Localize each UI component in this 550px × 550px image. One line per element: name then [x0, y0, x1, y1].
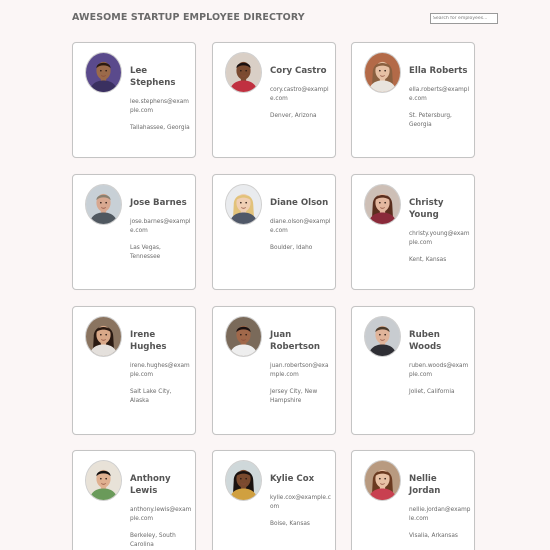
avatar — [364, 52, 401, 93]
avatar — [364, 460, 401, 501]
employee-email: irene.hughes@example.com — [130, 363, 190, 378]
employee-location: Kent, Kansas — [409, 257, 447, 263]
header: AWESOME STARTUP EMPLOYEE DIRECTORY — [72, 11, 498, 27]
employee-email: christy.young@example.com — [409, 231, 470, 246]
employee-info: Ruben Woods ruben.woods@example.com Joliet… — [409, 329, 471, 397]
employee-name: Kylie Cox — [270, 474, 315, 484]
employee-email: cory.castro@example.com — [270, 87, 329, 102]
employee-card[interactable]: Jose Barnes jose.barnes@example.com Las Ve… — [72, 174, 196, 290]
employee-card[interactable]: Ruben Woods ruben.woods@example.com Joliet… — [351, 306, 475, 435]
employee-name: Cory Castro — [270, 66, 327, 76]
employee-name: Jose Barnes — [130, 198, 187, 208]
avatar — [364, 184, 401, 225]
employee-info: Ella Roberts ella.roberts@example.com St. … — [409, 65, 471, 130]
employee-email: anthony.lewis@example.com — [130, 507, 192, 522]
avatar — [225, 316, 262, 357]
avatar — [225, 460, 262, 501]
employee-card[interactable]: Lee Stephens lee.stephens@example.com Tall… — [72, 42, 196, 158]
employee-email: diane.olson@example.com — [270, 219, 331, 234]
employee-location: Boulder, Idaho — [270, 245, 313, 251]
employee-location: Tallahassee, Georgia — [130, 125, 190, 131]
employee-card[interactable]: Kylie Cox kylie.cox@example.com Boise, Kan… — [212, 450, 336, 550]
employee-name: Anthony Lewis — [130, 474, 171, 496]
employee-location: Visalia, Arkansas — [409, 533, 458, 539]
avatar — [225, 184, 262, 225]
avatar — [364, 316, 401, 357]
employee-card[interactable]: Christy Young christy.young@example.com Ke… — [351, 174, 475, 290]
employee-email: kylie.cox@example.com — [270, 495, 331, 510]
employee-name: Irene Hughes — [130, 330, 167, 352]
employee-name: Christy Young — [409, 198, 444, 220]
employee-card[interactable]: Diane Olson diane.olson@example.com Boulde… — [212, 174, 336, 290]
employee-info: Jose Barnes jose.barnes@example.com Las Ve… — [130, 197, 192, 262]
employee-name: Diane Olson — [270, 198, 329, 208]
employee-card[interactable]: Ella Roberts ella.roberts@example.com St. … — [351, 42, 475, 158]
employee-name: Ella Roberts — [409, 66, 468, 76]
employee-email: ella.roberts@example.com — [409, 87, 470, 102]
employee-location: Jersey City, New Hampshire — [270, 389, 318, 404]
employee-location: Salt Lake City, Alaska — [130, 389, 172, 404]
employee-email: ruben.woods@example.com — [409, 363, 469, 378]
employee-info: Irene Hughes irene.hughes@example.com Salt… — [130, 329, 192, 406]
employee-location: Las Vegas, Tennessee — [130, 245, 161, 260]
employee-location: Boise, Kansas — [270, 521, 310, 527]
employee-card[interactable]: Juan Robertson juan.robertson@example.com… — [212, 306, 336, 435]
employee-info: Diane Olson diane.olson@example.com Boulde… — [270, 197, 332, 253]
employee-info: Nellie Jordan nellie.jordan@example.com Vi… — [409, 473, 471, 541]
page-title: AWESOME STARTUP EMPLOYEE DIRECTORY — [72, 12, 305, 23]
employee-card[interactable]: Irene Hughes irene.hughes@example.com Salt… — [72, 306, 196, 435]
employee-name: Nellie Jordan — [409, 474, 441, 496]
employee-name: Lee Stephens — [130, 66, 176, 88]
avatar — [85, 316, 122, 357]
employee-email: juan.robertson@example.com — [270, 363, 329, 378]
employee-email: jose.barnes@example.com — [130, 219, 191, 234]
employee-email: lee.stephens@example.com — [130, 99, 189, 114]
search-input[interactable] — [430, 13, 498, 24]
employee-email: nellie.jordan@example.com — [409, 507, 471, 522]
employee-location: St. Petersburg, Georgia — [409, 113, 452, 128]
employee-card[interactable]: Anthony Lewis anthony.lewis@example.com Be… — [72, 450, 196, 550]
employee-info: Juan Robertson juan.robertson@example.com… — [270, 329, 332, 406]
employee-info: Christy Young christy.young@example.com Ke… — [409, 197, 471, 265]
employee-info: Cory Castro cory.castro@example.com Denver… — [270, 65, 332, 121]
employee-location: Berkeley, South Carolina — [130, 533, 176, 548]
employee-info: Anthony Lewis anthony.lewis@example.com Be… — [130, 473, 192, 550]
avatar — [225, 52, 262, 93]
avatar — [85, 184, 122, 225]
employee-location: Denver, Arizona — [270, 113, 317, 119]
employee-name: Juan Robertson — [270, 330, 320, 352]
employee-location: Joliet, California — [409, 389, 455, 395]
employee-directory-page: AWESOME STARTUP EMPLOYEE DIRECTORY Lee S… — [0, 0, 550, 550]
avatar — [85, 52, 122, 93]
employee-card[interactable]: Nellie Jordan nellie.jordan@example.com Vi… — [351, 450, 475, 550]
employee-info: Kylie Cox kylie.cox@example.com Boise, Kan… — [270, 473, 332, 529]
employee-card[interactable]: Cory Castro cory.castro@example.com Denver… — [212, 42, 336, 158]
employee-info: Lee Stephens lee.stephens@example.com Tall… — [130, 65, 192, 133]
employee-name: Ruben Woods — [409, 330, 442, 352]
avatar — [85, 460, 122, 501]
